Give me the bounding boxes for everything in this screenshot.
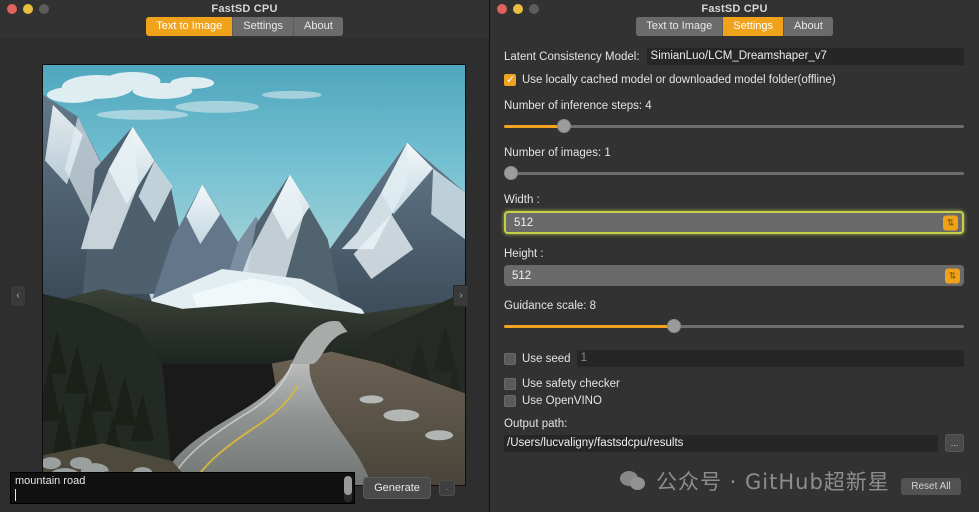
scene-artwork	[43, 65, 465, 485]
inference-steps-label: Number of inference steps: 4	[504, 100, 964, 112]
model-label: Latent Consistency Model:	[504, 51, 640, 63]
previous-image-button[interactable]: ‹	[10, 285, 26, 307]
height-value: 512	[504, 270, 531, 282]
slider-fill	[504, 125, 564, 128]
slider-track	[504, 125, 964, 128]
settings-panel: Latent Consistency Model: SimianLuo/LCM_…	[490, 38, 979, 512]
slider-knob[interactable]	[667, 319, 681, 333]
use-safety-checker-row[interactable]: Use safety checker	[504, 378, 964, 390]
inference-steps-slider[interactable]	[504, 119, 964, 133]
use-seed-row: Use seed 1	[504, 350, 964, 367]
checkbox-unchecked-icon[interactable]	[504, 353, 516, 365]
text-to-image-window: FastSD CPU Text to Image Settings About	[0, 0, 489, 512]
tab-text-to-image[interactable]: Text to Image	[636, 17, 723, 36]
close-light[interactable]	[7, 4, 17, 14]
left-window-titlebar: FastSD CPU	[0, 0, 489, 17]
model-input[interactable]: SimianLuo/LCM_Dreamshaper_v7	[647, 48, 964, 65]
mountain-road-scene	[43, 65, 465, 485]
number-of-images-slider[interactable]	[504, 166, 964, 180]
prompt-input[interactable]: mountain road	[10, 472, 355, 504]
left-tabstrip: Text to Image Settings About	[146, 17, 343, 36]
tab-text-to-image[interactable]: Text to Image	[146, 17, 233, 36]
right-tabstrip: Text to Image Settings About	[636, 17, 833, 36]
number-of-images-label: Number of images: 1	[504, 147, 964, 159]
left-window-title: FastSD CPU	[211, 3, 277, 15]
output-path-label: Output path:	[504, 418, 964, 430]
checkbox-unchecked-icon[interactable]	[504, 378, 516, 390]
next-image-button[interactable]: ›	[453, 285, 469, 307]
offline-model-checkbox-row[interactable]: Use locally cached model or downloaded m…	[504, 74, 964, 86]
desktop: FastSD CPU Text to Image Settings About	[0, 0, 979, 512]
use-openvino-label: Use OpenVINO	[522, 395, 602, 407]
spinner-up-down-icon[interactable]: ⇅	[945, 268, 960, 283]
width-value: 512	[506, 217, 533, 229]
tab-about[interactable]: About	[784, 17, 833, 36]
tab-about[interactable]: About	[294, 17, 343, 36]
checkbox-unchecked-icon[interactable]	[504, 395, 516, 407]
checkbox-checked-icon[interactable]	[504, 74, 516, 86]
slider-knob[interactable]	[557, 119, 571, 133]
generated-image-preview[interactable]	[42, 64, 466, 486]
right-tabbar: Text to Image Settings About	[490, 17, 979, 38]
tab-settings[interactable]: Settings	[723, 17, 784, 36]
use-openvino-row[interactable]: Use OpenVINO	[504, 395, 964, 407]
width-spinbox[interactable]: 512 ⇅	[504, 211, 964, 234]
slider-track	[504, 172, 964, 175]
window-controls	[7, 0, 49, 17]
spinner-up-down-icon[interactable]: ⇅	[943, 215, 958, 230]
window-controls-right	[497, 0, 539, 17]
slider-knob[interactable]	[504, 166, 518, 180]
close-light[interactable]	[497, 4, 507, 14]
zoom-light[interactable]	[529, 4, 539, 14]
settings-window: FastSD CPU Text to Image Settings About …	[489, 0, 979, 512]
output-path-input[interactable]: /Users/lucvaligny/fastsdcpu/results	[504, 435, 938, 452]
text-caret	[15, 489, 16, 501]
guidance-scale-slider[interactable]	[504, 319, 964, 333]
height-label: Height :	[504, 248, 964, 260]
reset-all-button[interactable]: Reset All	[901, 478, 961, 495]
height-spinbox[interactable]: 512 ⇅	[504, 265, 964, 286]
extra-options-button[interactable]: .	[439, 480, 455, 496]
seed-input[interactable]: 1	[577, 350, 964, 367]
offline-model-label: Use locally cached model or downloaded m…	[522, 74, 836, 86]
use-safety-checker-label: Use safety checker	[522, 378, 620, 390]
generate-button[interactable]: Generate	[363, 477, 431, 499]
prompt-row: mountain road Generate .	[10, 472, 480, 504]
guidance-scale-label: Guidance scale: 8	[504, 300, 964, 312]
use-seed-label: Use seed	[522, 353, 571, 365]
minimize-light[interactable]	[513, 4, 523, 14]
left-tabbar: Text to Image Settings About	[0, 17, 489, 38]
prompt-scrollbar[interactable]	[344, 476, 352, 502]
minimize-light[interactable]	[23, 4, 33, 14]
model-row: Latent Consistency Model: SimianLuo/LCM_…	[504, 48, 964, 65]
text-to-image-body: ‹ › mountain road Generate .	[0, 38, 489, 512]
right-window-titlebar: FastSD CPU	[490, 0, 979, 17]
prompt-text: mountain road	[15, 475, 350, 488]
right-window-title: FastSD CPU	[701, 3, 767, 15]
slider-fill	[504, 325, 674, 328]
tab-settings[interactable]: Settings	[233, 17, 294, 36]
zoom-light[interactable]	[39, 4, 49, 14]
output-path-row: /Users/lucvaligny/fastsdcpu/results ...	[504, 434, 964, 452]
width-label: Width :	[504, 194, 964, 206]
browse-folder-button[interactable]: ...	[945, 434, 964, 452]
